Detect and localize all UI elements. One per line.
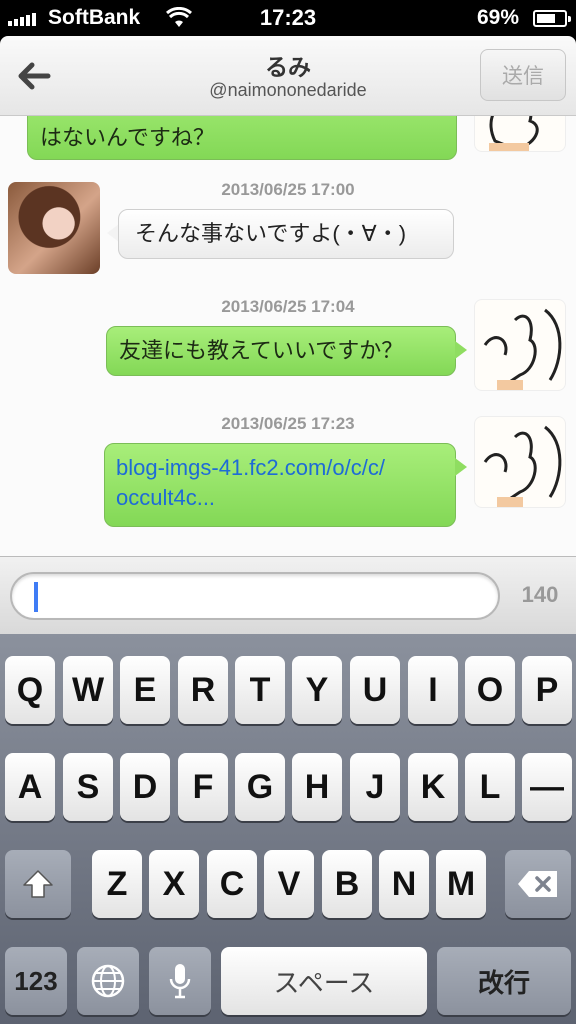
key-m[interactable]: M bbox=[436, 850, 486, 918]
message-list[interactable]: はないんですね？ 2013/06/25 17:00 そんな事ないですよ(・∀・)… bbox=[0, 116, 576, 556]
message-text: そんな事ないですよ(・∀・) bbox=[135, 221, 407, 246]
return-key[interactable]: 改行 bbox=[437, 947, 571, 1015]
key-z[interactable]: Z bbox=[92, 850, 142, 918]
avatar-self[interactable] bbox=[474, 116, 566, 152]
key-t[interactable]: T bbox=[235, 656, 285, 724]
key-c[interactable]: C bbox=[207, 850, 257, 918]
microphone-icon bbox=[169, 964, 191, 999]
message-text: 友達にも教えていいですか？ bbox=[119, 338, 404, 363]
character-counter: 140 bbox=[521, 582, 559, 607]
key-dash[interactable]: — bbox=[522, 753, 572, 821]
message-bubble-outgoing: はないんですね？ bbox=[27, 116, 457, 160]
globe-icon bbox=[91, 964, 125, 998]
globe-key[interactable] bbox=[77, 947, 139, 1015]
message-bubble-outgoing: 友達にも教えていいですか？ bbox=[106, 326, 456, 376]
key-e[interactable]: E bbox=[120, 656, 170, 724]
shift-arrow-icon bbox=[23, 870, 53, 898]
key-d[interactable]: D bbox=[120, 753, 170, 821]
key-y[interactable]: Y bbox=[292, 656, 342, 724]
key-b[interactable]: B bbox=[322, 850, 372, 918]
key-g[interactable]: G bbox=[235, 753, 285, 821]
key-v[interactable]: V bbox=[264, 850, 314, 918]
message-link[interactable]: occult4c... bbox=[116, 483, 444, 513]
message-bubble-incoming: そんな事ないですよ(・∀・) bbox=[118, 209, 454, 259]
key-x[interactable]: X bbox=[149, 850, 199, 918]
key-u[interactable]: U bbox=[350, 656, 400, 724]
key-n[interactable]: N bbox=[379, 850, 429, 918]
delete-key[interactable] bbox=[505, 850, 571, 918]
avatar-self[interactable] bbox=[474, 416, 566, 508]
message-link[interactable]: blog-imgs-41.fc2.com/o/c/c/ bbox=[116, 453, 444, 483]
microphone-key[interactable] bbox=[149, 947, 211, 1015]
shift-key[interactable] bbox=[5, 850, 71, 918]
battery-icon bbox=[533, 10, 571, 27]
avatar-contact[interactable] bbox=[8, 182, 100, 274]
compose-bar: 140 bbox=[0, 556, 576, 634]
key-j[interactable]: J bbox=[350, 753, 400, 821]
key-s[interactable]: S bbox=[63, 753, 113, 821]
key-a[interactable]: A bbox=[5, 753, 55, 821]
numbers-key[interactable]: 123 bbox=[5, 947, 67, 1015]
space-key[interactable]: スペース bbox=[221, 947, 427, 1015]
send-button[interactable]: 送信 bbox=[480, 49, 566, 101]
key-h[interactable]: H bbox=[292, 753, 342, 821]
key-p[interactable]: P bbox=[522, 656, 572, 724]
message-text: はないんですね？ bbox=[40, 125, 215, 150]
key-l[interactable]: L bbox=[465, 753, 515, 821]
key-w[interactable]: W bbox=[63, 656, 113, 724]
status-bar: SoftBank 17:23 69% bbox=[0, 0, 576, 36]
navigation-bar: るみ @naimononedaride 送信 bbox=[0, 36, 576, 116]
key-i[interactable]: I bbox=[408, 656, 458, 724]
key-f[interactable]: F bbox=[178, 753, 228, 821]
keyboard: Q W E R T Y U I O P A S D F G H J K L — … bbox=[0, 634, 576, 1024]
key-o[interactable]: O bbox=[465, 656, 515, 724]
key-k[interactable]: K bbox=[408, 753, 458, 821]
text-cursor bbox=[34, 582, 38, 612]
battery-percent: 69% bbox=[477, 6, 520, 29]
avatar-self[interactable] bbox=[474, 299, 566, 391]
message-input[interactable] bbox=[10, 572, 500, 620]
key-r[interactable]: R bbox=[178, 656, 228, 724]
key-q[interactable]: Q bbox=[5, 656, 55, 724]
backspace-icon bbox=[518, 871, 557, 897]
message-bubble-outgoing: blog-imgs-41.fc2.com/o/c/c/ occult4c... bbox=[104, 443, 456, 527]
